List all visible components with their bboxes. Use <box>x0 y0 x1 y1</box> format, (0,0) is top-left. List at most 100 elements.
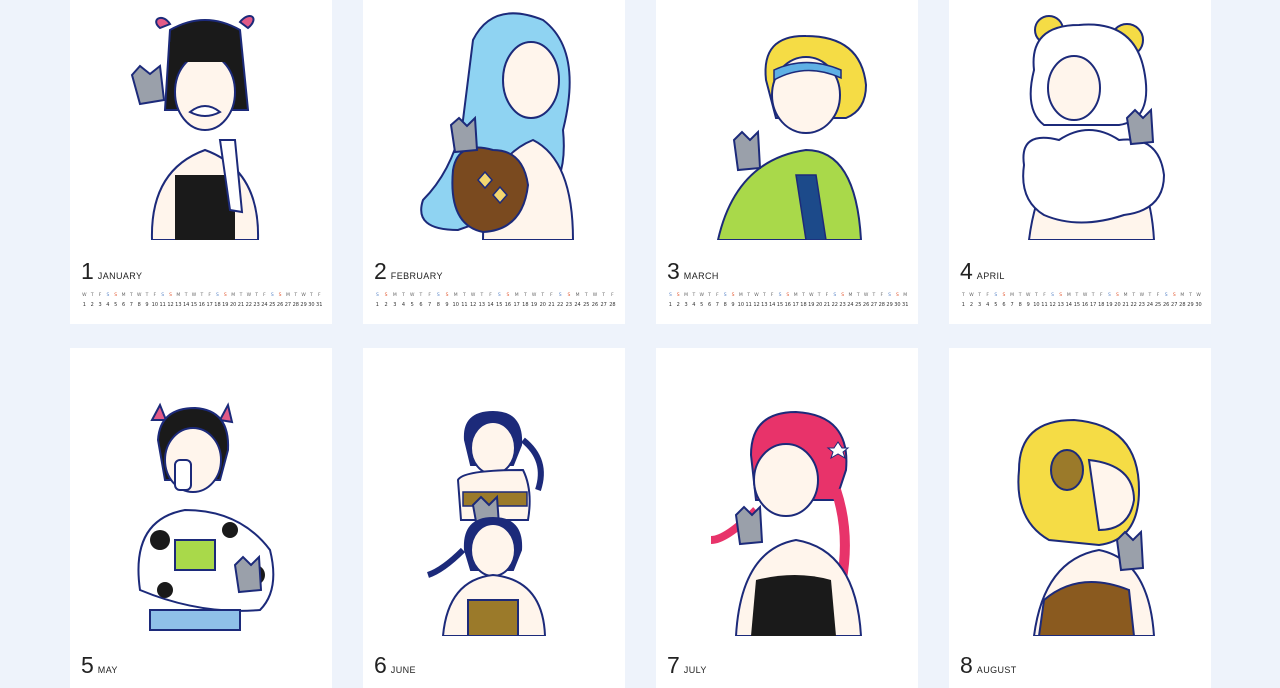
day-number: 22 <box>831 302 838 308</box>
day-number: 6 <box>707 302 712 308</box>
day-number: 16 <box>504 302 512 308</box>
day-number: 25 <box>855 302 862 308</box>
day-number: 10 <box>737 302 745 308</box>
weekday-letter: T <box>310 293 313 298</box>
day-number: 12 <box>753 302 760 308</box>
day-number: 28 <box>609 302 616 308</box>
weekday-letter: F <box>153 293 157 298</box>
weekday-letter: W <box>1196 293 1201 298</box>
weekday-letter: W <box>82 293 87 298</box>
day-number: 18 <box>800 302 807 308</box>
day-number: 24 <box>574 302 581 308</box>
mini-calendar: SSMTWTFSSMTWTFSSMTWTFSSMTWTFSSM123456789… <box>667 293 909 311</box>
weekday-letter: T <box>1075 293 1079 298</box>
month-number: 8 <box>960 652 973 678</box>
weekday-letter: S <box>668 293 672 298</box>
weekday-letter: F <box>825 293 829 298</box>
day-row: 1 2 3 4 5 6 7 8 9 10 11 12 13 14 15 16 17 18 19 20 21 22 23 24 2… <box>81 302 323 311</box>
calendar-card-january[interactable]: 1 JANUARY WTFSSMTWTFSSMTWTFSSMTWTFSSMTWTF… <box>70 0 332 324</box>
illustration-february <box>363 0 625 240</box>
month-name: MAY <box>97 665 118 675</box>
month-title: 1 JANUARY <box>81 258 142 285</box>
weekday-letter: S <box>1107 293 1111 298</box>
weekday-letter: T <box>480 293 484 298</box>
weekday-letter: F <box>880 293 884 298</box>
weekday-letter: S <box>375 293 379 298</box>
weekday-letter: S <box>506 293 510 298</box>
weekday-letter: S <box>216 293 219 298</box>
weekday-letter: M <box>684 293 688 298</box>
weekday-letter: W <box>969 293 974 298</box>
weekday-letter: T <box>90 293 94 298</box>
day-number: 27 <box>870 302 878 308</box>
calendar-card-march[interactable]: 3 MARCH SSMTWTFSSMTWTFSSMTWTFSSMTWTFSSM12… <box>656 0 918 324</box>
day-number: 16 <box>1081 302 1089 308</box>
day-number: 31 <box>902 302 909 308</box>
weekday-letter: S <box>786 293 790 298</box>
weekday-letter: S <box>1059 293 1063 298</box>
day-number: 29 <box>886 302 893 308</box>
day-number: 25 <box>1154 302 1162 308</box>
calendar-card-july[interactable]: 7 JULY <box>656 348 918 688</box>
weekday-letter: F <box>1099 293 1103 298</box>
day-number: 6 <box>1002 302 1006 308</box>
weekday-letter: M <box>1180 293 1185 298</box>
day-number: 22 <box>556 302 564 308</box>
weekday-letter: S <box>436 293 440 298</box>
calendar-card-august[interactable]: 8 AUGUST <box>949 348 1211 688</box>
day-number: 15 <box>496 302 503 308</box>
day-number: 8 <box>137 302 141 308</box>
weekday-letter: W <box>592 293 598 298</box>
calendar-card-april[interactable]: 4 APRIL TWTFSSMTWTFSSMTWTFSSMTWTFSSMTW123… <box>949 0 1211 324</box>
weekday-letter: F <box>986 293 990 298</box>
day-number: 24 <box>847 302 854 308</box>
day-number: 10 <box>151 302 159 308</box>
day-number: 19 <box>222 302 229 308</box>
weekday-letter: W <box>1082 293 1088 298</box>
day-number: 11 <box>461 302 468 308</box>
weekday-letter: M <box>121 293 126 298</box>
day-number: 15 <box>1073 302 1081 308</box>
day-number: 9 <box>1026 302 1030 308</box>
weekday-letter: T <box>129 293 133 298</box>
day-number: 14 <box>487 302 494 308</box>
day-number: 26 <box>1162 302 1170 308</box>
calendar-card-february[interactable]: 2 FEBRUARY SSMTWTFSSMTWTFSSMTWTFSSMTWTF12… <box>363 0 625 324</box>
weekday-letter: S <box>497 293 501 298</box>
day-number: 4 <box>401 302 406 308</box>
weekday-letter: W <box>699 293 704 298</box>
calendar-card-may[interactable]: 5 MAY <box>70 348 332 688</box>
day-number: 30 <box>308 302 315 308</box>
weekday-letter: S <box>114 293 118 298</box>
month-title: 8 AUGUST <box>960 652 1017 679</box>
day-number: 3 <box>684 302 688 308</box>
day-number: 19 <box>530 302 538 308</box>
weekday-letter: M <box>392 293 397 298</box>
weekday-letter: F <box>208 293 211 298</box>
weekday-letter: M <box>285 293 290 298</box>
month-title: 3 MARCH <box>667 258 719 285</box>
day-number: 1 <box>961 302 965 308</box>
month-name: JANUARY <box>97 271 143 281</box>
weekday-letter: S <box>994 293 998 298</box>
weekday-letter: S <box>841 293 845 298</box>
weekday-letter: F <box>1043 293 1046 298</box>
weekday-letter: T <box>978 293 981 298</box>
day-row: 1 2 3 4 5 6 7 8 9 10 11 12 13 14 15 16 17 18 19 20 21 22 23 24 2… <box>374 302 616 311</box>
day-number: 20 <box>229 302 237 308</box>
day-number: 13 <box>175 302 182 308</box>
month-number: 7 <box>667 652 680 678</box>
illustration-march <box>656 0 918 240</box>
illustration-july <box>656 400 918 636</box>
weekday-letter: S <box>833 293 837 298</box>
month-number: 3 <box>667 258 680 284</box>
day-number: 3 <box>978 302 982 308</box>
day-number: 14 <box>768 302 776 308</box>
illustration-august <box>949 400 1211 636</box>
calendar-card-june[interactable]: 6 JUNE <box>363 348 625 688</box>
weekday-letter: T <box>184 293 188 298</box>
day-number: 22 <box>245 302 252 308</box>
weekday-letter: T <box>1091 293 1095 298</box>
day-number: 14 <box>182 302 190 308</box>
weekday-letter: S <box>384 293 388 298</box>
